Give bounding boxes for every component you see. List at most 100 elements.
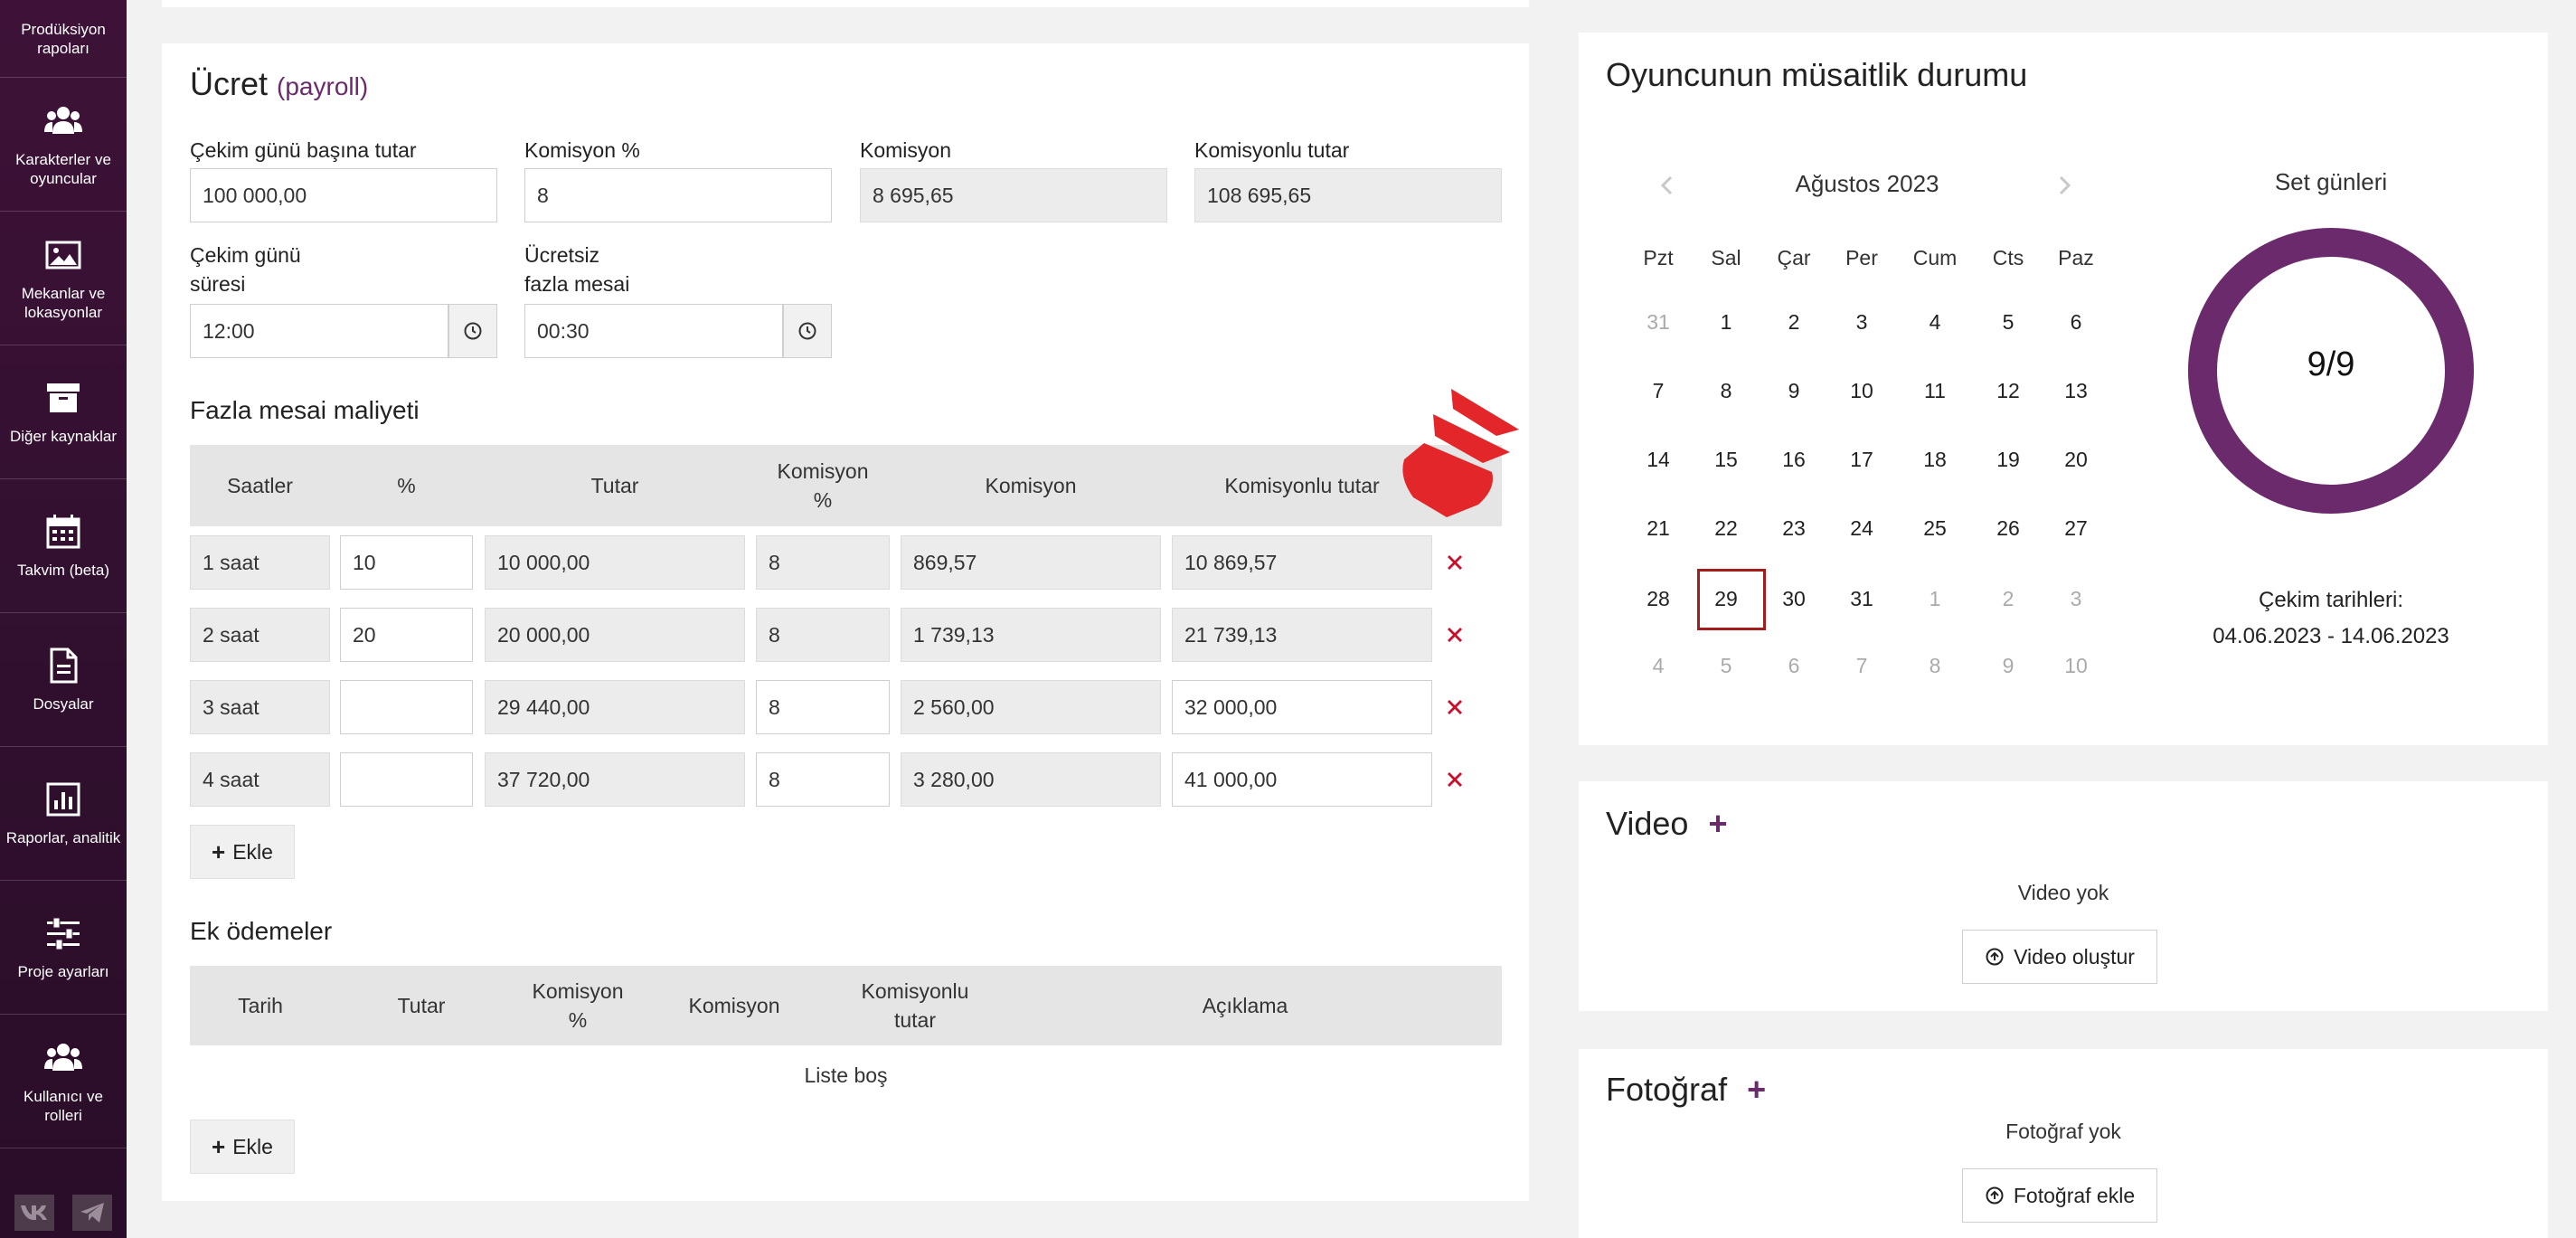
vk-button[interactable] bbox=[14, 1195, 54, 1231]
th-amount: Tutar bbox=[590, 474, 639, 497]
row-pct-input[interactable]: 20 bbox=[340, 608, 473, 662]
calendar-day[interactable]: 31 bbox=[1835, 581, 1889, 617]
commission-pct-input[interactable]: 8 bbox=[524, 168, 832, 222]
calendar-day[interactable]: 8 bbox=[1699, 373, 1753, 409]
fee-subtitle[interactable]: (payroll) bbox=[277, 72, 368, 100]
calendar-day[interactable]: 7 bbox=[1631, 373, 1685, 409]
calendar-day[interactable]: 25 bbox=[1908, 510, 1962, 546]
calendar-day[interactable]: 22 bbox=[1699, 510, 1753, 546]
calendar-day[interactable]: 8 bbox=[1908, 647, 1962, 684]
sidebar-item-label: Prodüksiyon rapoları bbox=[21, 20, 106, 57]
calendar-day[interactable]: 30 bbox=[1767, 581, 1821, 617]
video-title: Video + bbox=[1606, 805, 1727, 843]
calendar-day[interactable]: 10 bbox=[1835, 373, 1889, 409]
calendar-day[interactable]: 9 bbox=[1981, 647, 2035, 684]
plus-icon: + bbox=[212, 1132, 226, 1160]
calendar-day[interactable]: 17 bbox=[1835, 441, 1889, 477]
row-commission-pct-input[interactable]: 8 bbox=[756, 680, 890, 734]
calendar-day[interactable]: 3 bbox=[1835, 304, 1889, 340]
calendar-day[interactable]: 14 bbox=[1631, 441, 1685, 477]
sidebar-item-users[interactable]: Kullanıcı ve rolleri bbox=[0, 1015, 127, 1148]
calendar-day[interactable]: 6 bbox=[1767, 647, 1821, 684]
calendar-day[interactable]: 6 bbox=[2049, 304, 2103, 340]
clock-icon bbox=[798, 322, 816, 340]
row-with-commission-input[interactable]: 41 000,00 bbox=[1172, 752, 1432, 807]
free-overtime-clock-button[interactable] bbox=[783, 304, 832, 358]
upload-circle-icon bbox=[1986, 1186, 2004, 1205]
calendar-day[interactable]: 1 bbox=[1699, 304, 1753, 340]
prev-month-icon[interactable] bbox=[1657, 175, 1677, 196]
calendar-day[interactable]: 28 bbox=[1631, 581, 1685, 617]
row-with-commission-input[interactable]: 32 000,00 bbox=[1172, 680, 1432, 734]
delete-row-icon[interactable] bbox=[1444, 769, 1466, 790]
calendar-day[interactable]: 11 bbox=[1908, 373, 1962, 409]
calendar-day[interactable]: 26 bbox=[1981, 510, 2035, 546]
calendar-day[interactable]: 2 bbox=[1981, 581, 2035, 617]
extras-add-button[interactable]: + Ekle bbox=[190, 1120, 295, 1174]
delete-row-icon[interactable] bbox=[1444, 552, 1466, 573]
calendar-day[interactable]: 1 bbox=[1908, 581, 1962, 617]
commission-label: Komisyon bbox=[860, 138, 951, 162]
create-video-button[interactable]: Video oluştur bbox=[1962, 930, 2157, 984]
add-photo-plus-icon[interactable]: + bbox=[1747, 1071, 1766, 1108]
row-pct-input[interactable] bbox=[340, 680, 473, 734]
th-with-commission: Komisyonlu tutar bbox=[1224, 474, 1380, 497]
calendar-day[interactable]: 5 bbox=[1981, 304, 2035, 340]
sidebar-item-reports[interactable]: Raporlar, analitik bbox=[0, 747, 127, 881]
calendar-day[interactable]: 20 bbox=[2049, 441, 2103, 477]
calendar-day[interactable]: 3 bbox=[2049, 581, 2103, 617]
calendar-day[interactable]: 18 bbox=[1908, 441, 1962, 477]
create-video-label: Video oluştur bbox=[2014, 944, 2135, 969]
row-commission-pct-input[interactable]: 8 bbox=[756, 752, 890, 807]
telegram-button[interactable] bbox=[72, 1195, 112, 1231]
calendar-day[interactable]: 2 bbox=[1767, 304, 1821, 340]
calendar-day[interactable]: 12 bbox=[1981, 373, 2035, 409]
calendar-day[interactable]: 7 bbox=[1835, 647, 1889, 684]
row-hours: 3 saat bbox=[190, 680, 330, 734]
sidebar-item-other-resources[interactable]: Diğer kaynaklar bbox=[0, 345, 127, 479]
calendar-day[interactable]: 23 bbox=[1767, 510, 1821, 546]
calendar-day[interactable]: 4 bbox=[1631, 647, 1685, 684]
sidebar-item-calendar[interactable]: Takvim (beta) bbox=[0, 479, 127, 613]
sidebar-item-locations[interactable]: Mekanlar ve lokasyonlar bbox=[0, 212, 127, 345]
add-photo-button[interactable]: Fotoğraf ekle bbox=[1962, 1168, 2157, 1223]
add-video-plus-icon[interactable]: + bbox=[1708, 805, 1727, 842]
sidebar-item-label: Karakterler ve oyuncular bbox=[15, 150, 111, 187]
video-empty-text: Video yok bbox=[2017, 881, 2109, 904]
free-overtime-label: Ücretsiz fazla mesai bbox=[524, 241, 629, 298]
day-duration-clock-button[interactable] bbox=[448, 304, 497, 358]
row-pct-input[interactable] bbox=[340, 752, 473, 807]
calendar-day[interactable]: 9 bbox=[1767, 373, 1821, 409]
per-day-input[interactable]: 100 000,00 bbox=[190, 168, 497, 222]
sidebar-item-files[interactable]: Dosyalar bbox=[0, 613, 127, 747]
sidebar-item-project-settings[interactable]: Proje ayarları bbox=[0, 881, 127, 1015]
overtime-add-button[interactable]: + Ekle bbox=[190, 825, 295, 879]
delete-row-icon[interactable] bbox=[1444, 696, 1466, 718]
calendar-day[interactable]: 21 bbox=[1631, 510, 1685, 546]
sidebar-item-characters[interactable]: Karakterler ve oyuncular bbox=[0, 78, 127, 212]
calendar-day[interactable]: 16 bbox=[1767, 441, 1821, 477]
row-with-commission: 10 869,57 bbox=[1172, 535, 1432, 590]
sidebar-item-label: Raporlar, analitik bbox=[5, 829, 121, 846]
calendar-day[interactable]: 10 bbox=[2049, 647, 2103, 684]
th-extra-with-commission-line2: tutar bbox=[893, 1008, 937, 1032]
delete-row-icon[interactable] bbox=[1444, 624, 1466, 646]
free-overtime-input[interactable]: 00:30 bbox=[524, 304, 783, 358]
calendar-day[interactable]: 19 bbox=[1981, 441, 2035, 477]
day-duration-input[interactable]: 12:00 bbox=[190, 304, 448, 358]
th-description: Açıklama bbox=[1202, 994, 1288, 1017]
next-month-icon[interactable] bbox=[2054, 175, 2074, 196]
calendar-day[interactable]: 31 bbox=[1631, 304, 1685, 340]
free-overtime-label-line1: Ücretsiz bbox=[524, 243, 600, 267]
row-commission: 1 739,13 bbox=[901, 608, 1161, 662]
calendar-day[interactable]: 4 bbox=[1908, 304, 1962, 340]
sidebar-item-production-reports[interactable]: Prodüksiyon rapoları bbox=[0, 0, 127, 78]
photo-empty-text: Fotoğraf yok bbox=[2005, 1120, 2121, 1143]
sliders-icon bbox=[47, 917, 80, 950]
calendar-day[interactable]: 13 bbox=[2049, 373, 2103, 409]
calendar-day[interactable]: 27 bbox=[2049, 510, 2103, 546]
calendar-day[interactable]: 24 bbox=[1835, 510, 1889, 546]
calendar-day[interactable]: 15 bbox=[1699, 441, 1753, 477]
calendar-day[interactable]: 5 bbox=[1699, 647, 1753, 684]
row-pct-input[interactable]: 10 bbox=[340, 535, 473, 590]
